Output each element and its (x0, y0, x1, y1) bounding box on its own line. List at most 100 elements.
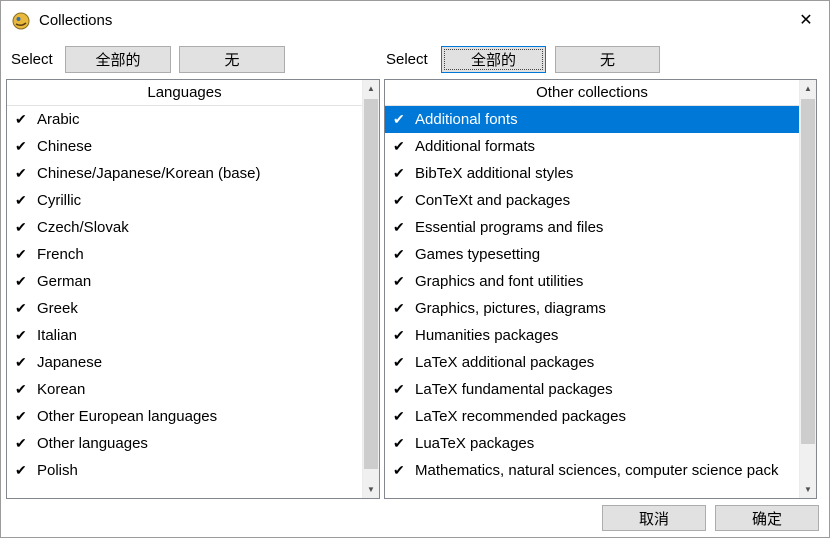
list-item[interactable]: ✔Polish (7, 457, 362, 484)
check-icon: ✔ (15, 327, 37, 344)
list-item-label: LuaTeX packages (415, 435, 534, 452)
list-item[interactable]: ✔Games typesetting (385, 241, 799, 268)
check-icon: ✔ (393, 435, 415, 452)
list-item[interactable]: ✔Chinese/Japanese/Korean (base) (7, 160, 362, 187)
check-icon: ✔ (15, 219, 37, 236)
collections-dialog: Collections ✕ Select 全部的 无 Select 全部的 无 … (0, 0, 830, 538)
window-title: Collections (39, 1, 112, 41)
list-item-label: Additional fonts (415, 111, 518, 128)
list-item-label: Polish (37, 462, 78, 479)
check-icon: ✔ (15, 273, 37, 290)
right-select-none-button[interactable]: 无 (555, 46, 660, 73)
check-icon: ✔ (15, 381, 37, 398)
list-item-label: LaTeX additional packages (415, 354, 594, 371)
list-item-label: Graphics and font utilities (415, 273, 583, 290)
list-item[interactable]: ✔Chinese (7, 133, 362, 160)
list-item-label: Additional formats (415, 138, 535, 155)
list-item[interactable]: ✔ConTeXt and packages (385, 187, 799, 214)
list-item[interactable]: ✔LuaTeX packages (385, 430, 799, 457)
list-item[interactable]: ✔Essential programs and files (385, 214, 799, 241)
list-item[interactable]: ✔Mathematics, natural sciences, computer… (385, 457, 799, 484)
list-item[interactable]: ✔Korean (7, 376, 362, 403)
scroll-down-icon[interactable]: ▼ (363, 481, 379, 498)
list-item[interactable]: ✔LaTeX recommended packages (385, 403, 799, 430)
list-item[interactable]: ✔German (7, 268, 362, 295)
list-item-label: French (37, 246, 84, 263)
check-icon: ✔ (393, 246, 415, 263)
right-select-label: Select (386, 46, 428, 73)
scrollbar-thumb[interactable] (801, 99, 815, 444)
list-item-label: LaTeX recommended packages (415, 408, 626, 425)
list-item[interactable]: ✔Graphics and font utilities (385, 268, 799, 295)
check-icon: ✔ (393, 192, 415, 209)
list-item[interactable]: ✔Graphics, pictures, diagrams (385, 295, 799, 322)
collections-header: Other collections (385, 80, 799, 106)
list-item[interactable]: ✔Humanities packages (385, 322, 799, 349)
list-item[interactable]: ✔Arabic (7, 106, 362, 133)
list-item-label: Games typesetting (415, 246, 540, 263)
check-icon: ✔ (15, 246, 37, 263)
check-icon: ✔ (393, 327, 415, 344)
list-item-label: Graphics, pictures, diagrams (415, 300, 606, 317)
list-item-label: Cyrillic (37, 192, 81, 209)
list-item-label: Chinese (37, 138, 92, 155)
check-icon: ✔ (15, 462, 37, 479)
scroll-down-icon[interactable]: ▼ (800, 481, 816, 498)
languages-scrollbar[interactable]: ▲ ▼ (362, 80, 379, 498)
list-item-label: BibTeX additional styles (415, 165, 573, 182)
check-icon: ✔ (393, 462, 415, 479)
list-item[interactable]: ✔Greek (7, 295, 362, 322)
right-select-all-button[interactable]: 全部的 (441, 46, 546, 73)
check-icon: ✔ (15, 138, 37, 155)
collections-listbox: Other collections ✔Additional fonts✔Addi… (384, 79, 817, 499)
scrollbar-thumb[interactable] (364, 99, 378, 469)
list-item-label: Other languages (37, 435, 148, 452)
list-item[interactable]: ✔French (7, 241, 362, 268)
check-icon: ✔ (393, 354, 415, 371)
list-item[interactable]: ✔Other European languages (7, 403, 362, 430)
list-item[interactable]: ✔Other languages (7, 430, 362, 457)
list-item-label: LaTeX fundamental packages (415, 381, 613, 398)
check-icon: ✔ (393, 219, 415, 236)
cancel-button[interactable]: 取消 (602, 505, 706, 531)
list-item-label: Chinese/Japanese/Korean (base) (37, 165, 260, 182)
list-item-label: Arabic (37, 111, 80, 128)
list-item[interactable]: ✔Italian (7, 322, 362, 349)
scroll-up-icon[interactable]: ▲ (363, 80, 379, 97)
list-item-label: Essential programs and files (415, 219, 603, 236)
list-item[interactable]: ✔Additional fonts (385, 106, 799, 133)
scroll-up-icon[interactable]: ▲ (800, 80, 816, 97)
check-icon: ✔ (393, 138, 415, 155)
titlebar: Collections ✕ (1, 1, 829, 41)
check-icon: ✔ (393, 111, 415, 128)
check-icon: ✔ (15, 300, 37, 317)
list-item[interactable]: ✔LaTeX fundamental packages (385, 376, 799, 403)
list-item[interactable]: ✔Japanese (7, 349, 362, 376)
check-icon: ✔ (15, 435, 37, 452)
left-select-label: Select (11, 46, 53, 73)
list-item[interactable]: ✔LaTeX additional packages (385, 349, 799, 376)
collections-scrollbar[interactable]: ▲ ▼ (799, 80, 816, 498)
list-item[interactable]: ✔Additional formats (385, 133, 799, 160)
check-icon: ✔ (393, 300, 415, 317)
close-icon[interactable]: ✕ (791, 6, 821, 36)
list-item[interactable]: ✔Czech/Slovak (7, 214, 362, 241)
languages-list[interactable]: ✔Arabic✔Chinese✔Chinese/Japanese/Korean … (7, 106, 362, 497)
list-item[interactable]: ✔BibTeX additional styles (385, 160, 799, 187)
left-select-all-button[interactable]: 全部的 (65, 46, 171, 73)
check-icon: ✔ (15, 192, 37, 209)
check-icon: ✔ (15, 111, 37, 128)
left-select-none-button[interactable]: 无 (179, 46, 285, 73)
list-item-label: Italian (37, 327, 77, 344)
check-icon: ✔ (393, 165, 415, 182)
check-icon: ✔ (393, 408, 415, 425)
languages-header: Languages (7, 80, 362, 106)
list-item-label: Other European languages (37, 408, 217, 425)
list-item[interactable]: ✔Cyrillic (7, 187, 362, 214)
collections-list[interactable]: ✔Additional fonts✔Additional formats✔Bib… (385, 106, 799, 497)
list-item-label: German (37, 273, 91, 290)
list-item-label: Greek (37, 300, 78, 317)
list-item-label: Czech/Slovak (37, 219, 129, 236)
check-icon: ✔ (15, 354, 37, 371)
ok-button[interactable]: 确定 (715, 505, 819, 531)
